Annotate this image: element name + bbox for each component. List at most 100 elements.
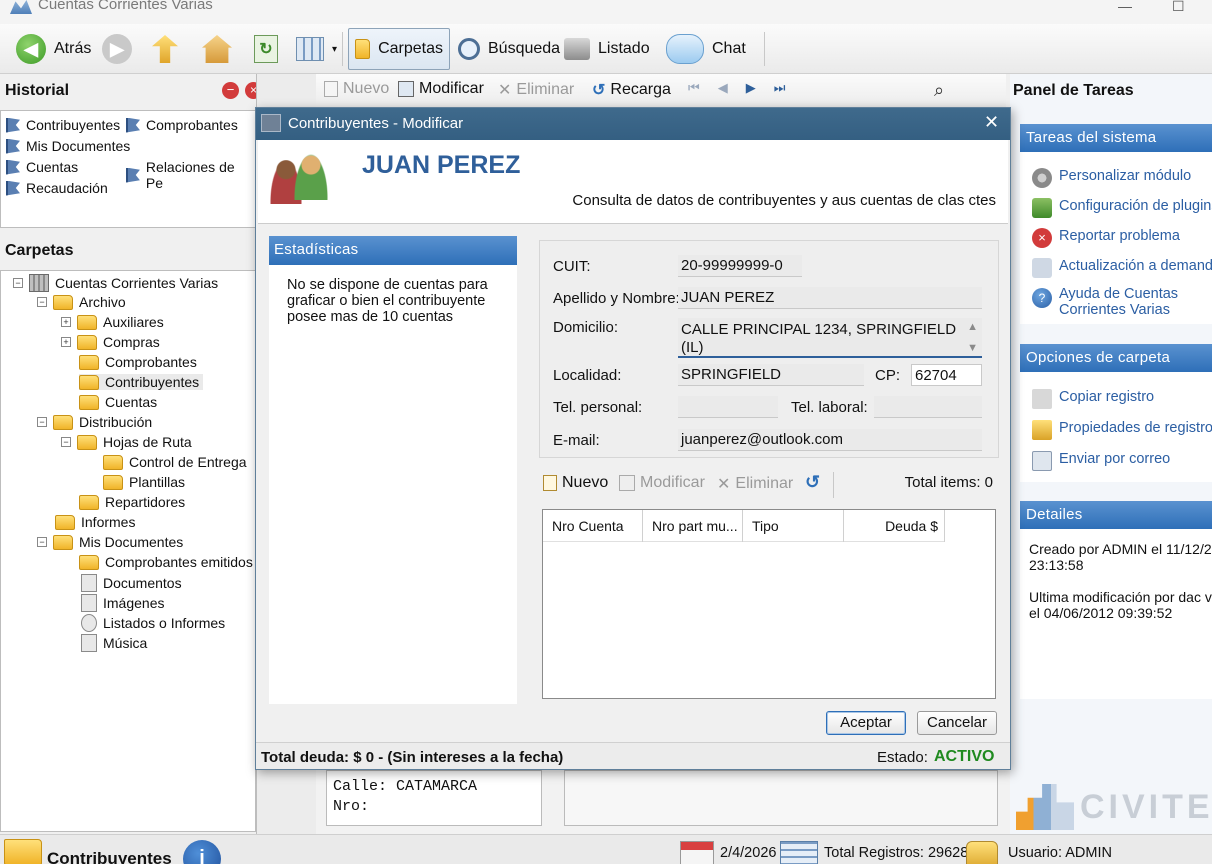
list-button[interactable]: Listado <box>558 28 656 70</box>
tree-node[interactable]: Listados o Informes <box>81 614 225 632</box>
history-item[interactable]: Relaciones de Pe <box>126 159 255 191</box>
tree-node[interactable]: Imágenes <box>81 594 164 612</box>
tree-node[interactable]: + Compras <box>61 334 160 350</box>
home-button[interactable] <box>196 28 238 70</box>
binoculars-icon[interactable]: ⌕ <box>934 80 944 101</box>
contributor-name-heading: JUAN PEREZ <box>362 151 521 179</box>
tel-work-field[interactable] <box>874 396 982 418</box>
grid-column-header[interactable]: Deuda $ <box>844 510 945 542</box>
copy-icon <box>1032 389 1052 409</box>
dialog-close-icon[interactable]: ✕ <box>984 112 999 133</box>
total-items-label: Total items: 0 <box>904 474 993 491</box>
delete-record-button[interactable]: ✕ Eliminar <box>498 80 574 100</box>
address-line-2: (IL) <box>681 339 704 356</box>
remove-icon[interactable]: − <box>222 82 239 99</box>
cuit-field[interactable]: 20-99999999-0 <box>678 255 802 277</box>
tree-node[interactable]: Comprobantes emitidos <box>79 554 253 570</box>
tree-node-label: Mis Documentes <box>79 534 184 550</box>
copy-record-link[interactable]: Copiar registro <box>1032 389 1154 409</box>
customize-module-link[interactable]: Personalizar módulo <box>1032 168 1191 188</box>
account-refresh-icon[interactable]: ↺ <box>805 472 820 493</box>
first-record-icon[interactable]: ⏮ <box>688 80 700 96</box>
view-menu-button[interactable]: ▾ <box>290 28 343 70</box>
prev-record-icon[interactable]: ◀ <box>718 80 728 96</box>
refresh-doc-button[interactable]: ↻ <box>248 28 284 70</box>
list-label: Listado <box>598 40 650 57</box>
new-record-button[interactable]: Nuevo <box>324 80 389 98</box>
chat-button[interactable]: Chat <box>660 28 752 70</box>
tree-node[interactable]: − Cuentas Corrientes Varias <box>13 274 218 292</box>
address-field[interactable]: CALLE PRINCIPAL 1234, SPRINGFIELD (IL) ▲… <box>678 318 982 358</box>
locality-field[interactable]: SPRINGFIELD <box>678 364 864 386</box>
send-mail-link[interactable]: Enviar por correo <box>1032 451 1170 471</box>
maximize-icon[interactable]: ☐ <box>1172 0 1185 15</box>
up-folder-button[interactable] <box>146 28 184 70</box>
grid-column-header[interactable]: Nro Cuenta <box>543 510 643 542</box>
plugins-config-link[interactable]: Configuración de plugins <box>1032 198 1212 218</box>
history-item[interactable]: Recaudación <box>6 180 108 196</box>
email-field[interactable]: juanperez@outlook.com <box>678 429 982 451</box>
grid-column-header[interactable]: Nro part mu... <box>643 510 743 542</box>
name-field[interactable]: JUAN PEREZ <box>678 287 982 309</box>
tree-node[interactable]: − Distribución <box>37 414 152 430</box>
app-icon <box>10 0 32 14</box>
update-on-demand-link[interactable]: Actualización a demanda <box>1032 258 1212 278</box>
help-link[interactable]: ? Ayuda de Cuentas Corrientes Varias <box>1032 286 1178 318</box>
properties-icon <box>1032 420 1052 440</box>
new-doc-icon <box>543 475 557 491</box>
scroll-up-icon[interactable]: ▲ <box>967 318 978 336</box>
stats-message: No se dispone de cuentas para graficar o… <box>287 277 488 325</box>
users-icon <box>270 154 330 204</box>
tree-node[interactable]: Comprobantes <box>79 354 197 370</box>
account-modify-button[interactable]: Modificar <box>619 474 705 492</box>
tree-node-selected[interactable]: Contribuyentes <box>79 374 204 390</box>
history-item[interactable]: Mis Documentes <box>6 138 130 154</box>
tree-node-label: Compras <box>103 334 160 350</box>
account-delete-button[interactable]: ✕ Eliminar <box>717 474 793 494</box>
accept-button[interactable]: Aceptar <box>826 711 906 735</box>
scroll-down-icon[interactable]: ▼ <box>967 339 978 357</box>
address-line-1: CALLE PRINCIPAL 1234, SPRINGFIELD <box>681 321 957 338</box>
tree-node[interactable]: Cuentas <box>79 394 157 410</box>
cancel-button[interactable]: Cancelar <box>917 711 997 735</box>
reload-button[interactable]: ↺ Recarga <box>592 80 671 100</box>
task-label: Corrientes Varias <box>1059 302 1170 318</box>
tree-node[interactable]: Repartidores <box>79 494 185 510</box>
history-item[interactable]: Cuentas <box>6 159 78 175</box>
tree-node[interactable]: − Hojas de Ruta <box>61 434 192 450</box>
history-item[interactable]: Contribuyentes <box>6 117 120 133</box>
grid-column-header[interactable]: Tipo <box>743 510 844 542</box>
tree-node-label: Control de Entrega <box>129 454 247 470</box>
tree-node[interactable]: Control de Entrega <box>103 454 247 470</box>
last-record-icon[interactable]: ⏭ <box>774 80 786 96</box>
tree-node[interactable]: − Mis Documentes <box>37 534 183 550</box>
total-debt-label: Total deuda: $ 0 - (Sin intereses a la f… <box>261 749 564 766</box>
tree-node[interactable]: Plantillas <box>103 474 185 490</box>
modify-record-button[interactable]: Modificar <box>398 80 484 98</box>
name-label: Apellido y Nombre: <box>553 290 680 307</box>
delete-record-label: Eliminar <box>516 81 575 98</box>
task-label: Ayuda de Cuentas <box>1059 286 1179 302</box>
info-icon[interactable]: i <box>183 840 221 864</box>
minimize-icon[interactable]: — <box>1118 0 1132 14</box>
back-button[interactable]: ◀ Atrás <box>10 28 97 70</box>
folders-title: Carpetas <box>5 242 74 259</box>
tree-node[interactable]: Música <box>81 634 147 652</box>
next-record-icon[interactable]: ▶ <box>746 80 756 96</box>
tree-node[interactable]: − Archivo <box>37 294 126 310</box>
record-properties-link[interactable]: Propiedades de registro <box>1032 420 1212 440</box>
folders-button[interactable]: Carpetas <box>348 28 450 70</box>
account-new-button[interactable]: Nuevo <box>543 474 608 492</box>
folders-label: Carpetas <box>378 40 443 57</box>
tree-node[interactable]: Documentos <box>81 574 182 592</box>
task-label: Actualización a demanda <box>1059 258 1212 274</box>
details-created: Creado por ADMIN el 11/12/20 <box>1029 541 1212 557</box>
forward-button[interactable]: ▶ <box>96 28 138 70</box>
tel-personal-field[interactable] <box>678 396 778 418</box>
report-problem-link[interactable]: × Reportar problema <box>1032 228 1180 248</box>
tree-node[interactable]: + Auxiliares <box>61 314 164 330</box>
cp-field[interactable]: 62704 <box>911 364 982 386</box>
tree-node[interactable]: Informes <box>55 514 135 530</box>
history-item[interactable]: Comprobantes <box>126 117 238 133</box>
search-button[interactable]: Búsqueda <box>452 28 566 70</box>
